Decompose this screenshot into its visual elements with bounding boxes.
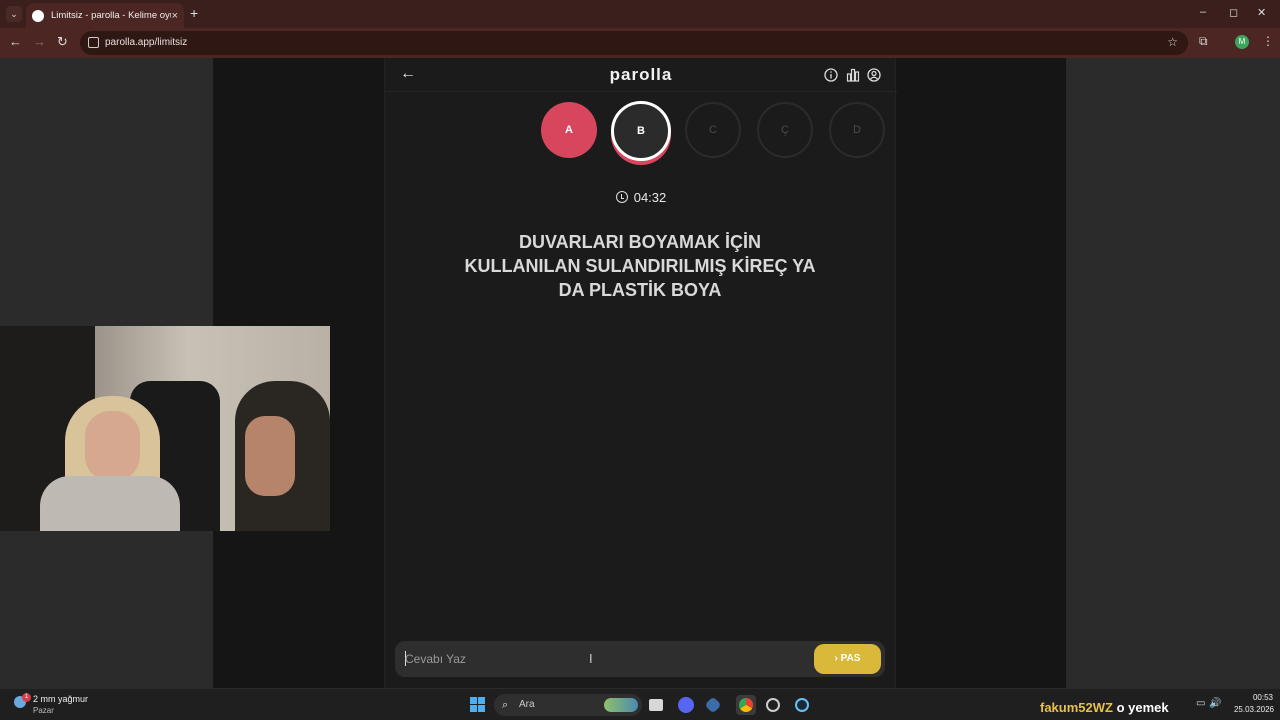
letter-c-pending: C bbox=[685, 102, 741, 158]
letter-d-pending: D bbox=[829, 102, 885, 158]
new-tab-button[interactable]: + bbox=[190, 6, 198, 20]
letter-a-done: A bbox=[541, 102, 597, 158]
letter-c-cedilla-pending: Ç bbox=[757, 102, 813, 158]
mouse-ibeam-cursor: Ι bbox=[589, 651, 593, 666]
taskbar-time[interactable]: 00:53 bbox=[1243, 693, 1273, 702]
reload-button[interactable]: ↻ bbox=[57, 35, 68, 49]
address-bar[interactable]: parolla.app/limitsiz ☆ bbox=[80, 31, 1188, 55]
pass-button[interactable]: › PAS bbox=[814, 644, 881, 674]
question-line: DA PLASTİK BOYA bbox=[558, 280, 722, 300]
user-profile-icon[interactable] bbox=[867, 68, 881, 82]
weather-text: 2 mm yağmur bbox=[33, 694, 89, 704]
minimize-button[interactable]: – bbox=[1200, 6, 1206, 18]
question-text: DUVARLARI BOYAMAK İÇİN KULLANILAN SULAND… bbox=[430, 230, 850, 302]
info-icon[interactable] bbox=[824, 68, 838, 82]
browser-tab[interactable]: Limitsiz - parolla - Kelime oyunu × bbox=[26, 3, 184, 28]
close-window-button[interactable]: ✕ bbox=[1257, 6, 1266, 19]
answer-bar: › PAS bbox=[395, 641, 885, 677]
browser-tab-strip: ⌄ Limitsiz - parolla - Kelime oyunu × + … bbox=[0, 0, 1280, 28]
maximize-button[interactable]: ◻ bbox=[1229, 6, 1238, 19]
question-line: DUVARLARI BOYAMAK İÇİN bbox=[518, 232, 761, 252]
tab-close-icon[interactable]: × bbox=[172, 10, 178, 22]
letter-b-current: B bbox=[611, 101, 671, 161]
search-highlight-image bbox=[604, 698, 638, 712]
tab-search-button[interactable]: ⌄ bbox=[6, 6, 22, 22]
webcam-person-left-face bbox=[85, 411, 140, 481]
pass-label: PAS bbox=[840, 653, 861, 664]
parolla-favicon-icon bbox=[32, 9, 44, 22]
forward-button[interactable]: → bbox=[33, 35, 46, 49]
file-explorer-icon[interactable] bbox=[649, 699, 663, 711]
timer-value: 04:32 bbox=[633, 190, 667, 205]
page-right-margin bbox=[1066, 58, 1280, 688]
browser-toolbar: ← → ↻ parolla.app/limitsiz ☆ bbox=[0, 28, 1280, 58]
search-icon: ⌕ bbox=[502, 699, 509, 711]
back-button[interactable]: ← bbox=[9, 35, 22, 49]
extensions-icon[interactable]: ⧉ bbox=[1199, 34, 1208, 49]
parolla-app: ← parolla A B C Ç D 04:32 DUVARLARI BOYA… bbox=[384, 58, 897, 688]
webcam-person-left-body bbox=[40, 476, 180, 531]
app-refresh-icon[interactable] bbox=[766, 698, 780, 712]
display-icon[interactable]: ▭ bbox=[1196, 698, 1205, 709]
countdown-timer: 04:32 bbox=[385, 190, 897, 205]
taskbar-date[interactable]: 25.03.2026 bbox=[1222, 705, 1274, 714]
webcam-overlay bbox=[0, 326, 330, 531]
notification-badge: 1 bbox=[22, 693, 31, 702]
question-line: KULLANILAN SULANDIRILMIŞ KİREÇ YA bbox=[464, 256, 816, 276]
site-info-icon[interactable] bbox=[88, 37, 99, 48]
chrome-icon[interactable] bbox=[739, 698, 753, 712]
url-text: parolla.app/limitsiz bbox=[105, 37, 188, 48]
app-diamond-icon[interactable] bbox=[704, 696, 722, 714]
stream-message: o yemek bbox=[1116, 700, 1169, 715]
weather-day: Pazar bbox=[33, 706, 54, 715]
taskbar-search[interactable]: ⌕ Ara bbox=[494, 694, 642, 716]
stream-username: fakum52WZ bbox=[1040, 700, 1113, 715]
stream-overlay-text: fakum52WZ o yemek bbox=[1040, 700, 1169, 715]
clock-icon bbox=[615, 191, 628, 203]
steam-icon[interactable] bbox=[795, 698, 809, 712]
profile-avatar[interactable]: M bbox=[1235, 35, 1249, 49]
bookmark-star-icon[interactable]: ☆ bbox=[1167, 35, 1178, 49]
stats-icon[interactable] bbox=[846, 68, 860, 82]
tab-title: Limitsiz - parolla - Kelime oyunu bbox=[51, 10, 171, 21]
answer-input[interactable] bbox=[405, 649, 805, 669]
search-label: Ara bbox=[519, 699, 535, 710]
chevron-right-icon: › bbox=[834, 653, 838, 664]
webcam-person-right-hands bbox=[245, 416, 295, 496]
app-logo: parolla bbox=[609, 65, 673, 84]
discord-icon[interactable] bbox=[678, 697, 694, 713]
browser-menu-icon[interactable]: ⋮ bbox=[1262, 34, 1274, 48]
app-header: ← parolla bbox=[385, 58, 897, 92]
volume-icon[interactable]: 🔊 bbox=[1209, 698, 1221, 709]
windows-start-icon[interactable] bbox=[470, 697, 485, 712]
